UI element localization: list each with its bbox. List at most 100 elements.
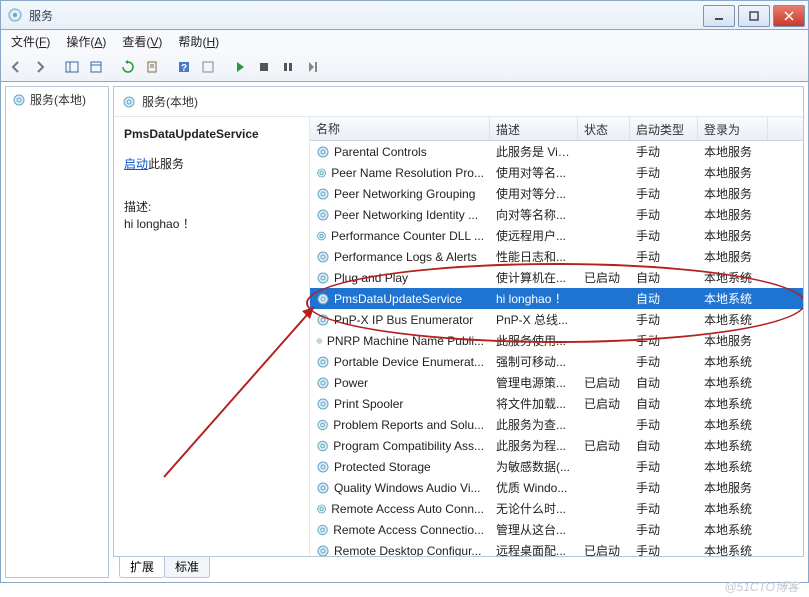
service-desc: PnP-X 总线... (490, 311, 578, 328)
tree-pane[interactable]: 服务(本地) (5, 86, 109, 578)
col-logon[interactable]: 登录为 (698, 117, 768, 140)
service-row[interactable]: Quality Windows Audio Vi...优质 Windo...手动… (310, 477, 803, 498)
detail-start-line: 启动此服务 (124, 155, 299, 172)
service-startup: 手动 (630, 416, 698, 433)
nav-forward-button[interactable] (29, 56, 51, 78)
service-startup: 自动 (630, 269, 698, 286)
service-desc: 此服务为查... (490, 416, 578, 433)
start-service-button[interactable] (229, 56, 251, 78)
service-desc: 为敏感数据(... (490, 458, 578, 475)
menu-help[interactable]: 帮助(H) (172, 31, 225, 52)
service-logon: 本地系统 (698, 374, 768, 391)
nav-back-button[interactable] (5, 56, 27, 78)
close-button[interactable] (773, 5, 805, 27)
show-hide-tree-button[interactable] (61, 56, 83, 78)
service-logon: 本地服务 (698, 227, 768, 244)
col-startup[interactable]: 启动类型 (630, 117, 698, 140)
minimize-button[interactable] (703, 5, 735, 27)
service-row[interactable]: Remote Desktop Configur...远程桌面配...已启动手动本… (310, 540, 803, 556)
stop-service-button[interactable] (253, 56, 275, 78)
properties-button[interactable] (85, 56, 107, 78)
gear-icon (122, 95, 136, 109)
help-button[interactable]: ? (173, 56, 195, 78)
service-row[interactable]: Peer Networking Grouping使用对等分...手动本地服务 (310, 183, 803, 204)
service-logon: 本地系统 (698, 290, 768, 307)
service-status: 已启动 (578, 542, 630, 556)
maximize-button[interactable] (738, 5, 770, 27)
gear-icon (316, 418, 329, 432)
service-row[interactable]: Performance Counter DLL ...使远程用户...手动本地服… (310, 225, 803, 246)
service-row[interactable]: Portable Device Enumerat...强制可移动...手动本地系… (310, 351, 803, 372)
service-status: 已启动 (578, 374, 630, 391)
service-row[interactable]: Protected Storage为敏感数据(...手动本地系统 (310, 456, 803, 477)
gear-icon (316, 292, 330, 306)
col-name[interactable]: 名称 (310, 117, 490, 140)
service-logon: 本地系统 (698, 269, 768, 286)
service-name: Parental Controls (334, 145, 427, 159)
service-startup: 自动 (630, 290, 698, 307)
service-row[interactable]: Print Spooler将文件加载...已启动自动本地系统 (310, 393, 803, 414)
service-desc: 此服务为程... (490, 437, 578, 454)
tree-root[interactable]: 服务(本地) (12, 91, 102, 108)
service-logon: 本地服务 (698, 164, 768, 181)
service-name: Remote Desktop Configur... (334, 544, 481, 557)
start-service-link[interactable]: 启动 (124, 157, 148, 171)
service-startup: 自动 (630, 395, 698, 412)
service-name: Performance Logs & Alerts (334, 250, 477, 264)
service-name: Peer Name Resolution Pro... (331, 166, 484, 180)
client-area: 服务(本地) 服务(本地) PmsDataUpdateService 启动此服务… (0, 82, 809, 583)
properties2-button[interactable] (197, 56, 219, 78)
service-status: 已启动 (578, 395, 630, 412)
service-name: Quality Windows Audio Vi... (334, 481, 481, 495)
service-desc: 无论什么时... (490, 500, 578, 517)
service-startup: 自动 (630, 437, 698, 454)
service-row[interactable]: Remote Access Connectio...管理从这台...手动本地系统 (310, 519, 803, 540)
service-row[interactable]: Parental Controls此服务是 Vis...手动本地服务 (310, 141, 803, 162)
service-logon: 本地系统 (698, 542, 768, 556)
service-name: PmsDataUpdateService (334, 292, 462, 306)
pause-service-button[interactable] (277, 56, 299, 78)
restart-service-button[interactable] (301, 56, 323, 78)
service-logon: 本地系统 (698, 500, 768, 517)
service-row[interactable]: PmsDataUpdateService hi longhao ！ 自动本地系统 (310, 288, 803, 309)
service-row[interactable]: Problem Reports and Solu...此服务为查...手动本地系… (310, 414, 803, 435)
service-name: Protected Storage (334, 460, 431, 474)
service-row[interactable]: Power管理电源策...已启动自动本地系统 (310, 372, 803, 393)
col-desc[interactable]: 描述 (490, 117, 578, 140)
service-row[interactable]: Performance Logs & Alerts性能日志和...手动本地服务 (310, 246, 803, 267)
service-desc: hi longhao ！ (490, 290, 578, 307)
service-row[interactable]: Remote Access Auto Conn...无论什么时...手动本地系统 (310, 498, 803, 519)
tab-extended[interactable]: 扩展 (119, 556, 165, 578)
service-row[interactable]: Peer Name Resolution Pro...使用对等名...手动本地服… (310, 162, 803, 183)
service-desc: 使计算机在... (490, 269, 578, 286)
detail-desc-value: hi longhao ！ (124, 215, 299, 232)
gear-icon (316, 460, 330, 474)
gear-icon (316, 439, 329, 453)
service-row[interactable]: PNRP Machine Name Publi...此服务使用...手动本地服务 (310, 330, 803, 351)
service-row[interactable]: Plug and Play使计算机在...已启动自动本地系统 (310, 267, 803, 288)
service-startup: 手动 (630, 542, 698, 556)
service-desc: 此服务使用... (490, 332, 578, 349)
menu-view[interactable]: 查看(V) (116, 31, 168, 52)
service-logon: 本地系统 (698, 458, 768, 475)
service-row[interactable]: PnP-X IP Bus EnumeratorPnP-X 总线...手动本地系统 (310, 309, 803, 330)
export-button[interactable] (141, 56, 163, 78)
gear-icon (12, 93, 26, 107)
service-name: Peer Networking Identity ... (334, 208, 478, 222)
tab-standard[interactable]: 标准 (164, 556, 210, 578)
gear-icon (316, 355, 330, 369)
service-rows[interactable]: Parental Controls此服务是 Vis...手动本地服务Peer N… (310, 141, 803, 556)
menu-action[interactable]: 操作(A) (60, 31, 112, 52)
gear-icon (316, 397, 330, 411)
gear-icon (316, 250, 330, 264)
gear-icon (316, 313, 330, 327)
service-row[interactable]: Program Compatibility Ass...此服务为程...已启动自… (310, 435, 803, 456)
service-name: Performance Counter DLL ... (331, 229, 484, 243)
refresh-button[interactable] (117, 56, 139, 78)
service-row[interactable]: Peer Networking Identity ...向对等名称...手动本地… (310, 204, 803, 225)
service-startup: 手动 (630, 311, 698, 328)
gear-icon (316, 187, 330, 201)
col-status[interactable]: 状态 (578, 117, 630, 140)
menu-file[interactable]: 文件(F) (5, 31, 56, 52)
service-status: 已启动 (578, 269, 630, 286)
